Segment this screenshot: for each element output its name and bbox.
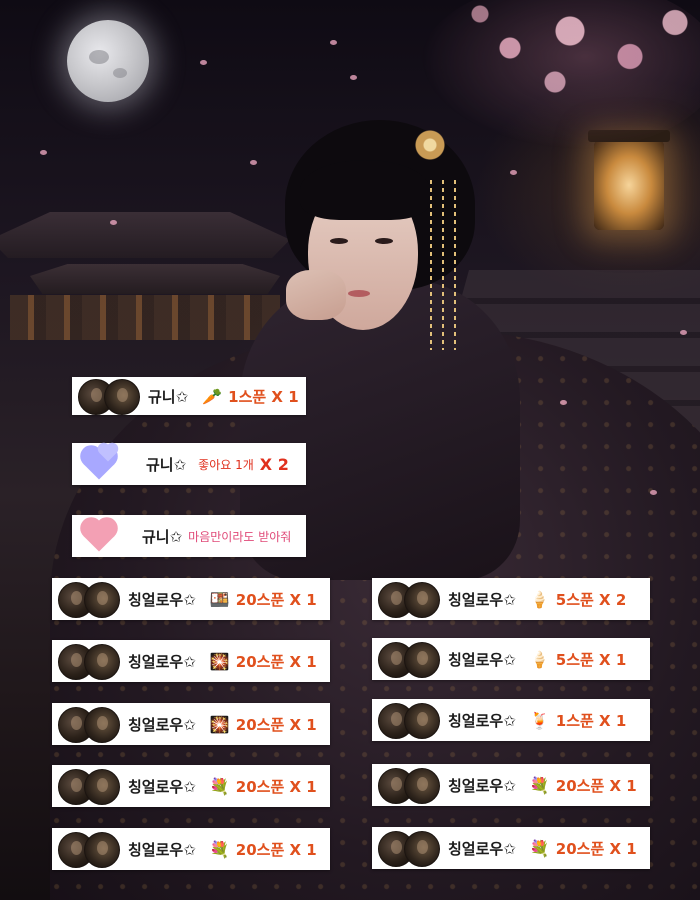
bouquet-icon: 💐	[529, 775, 550, 795]
juice-icon: 🍹	[529, 710, 550, 730]
user-avatar-pair	[378, 642, 440, 678]
user-avatar-pair	[58, 832, 120, 868]
sender-name: 칭얼로우✩	[128, 590, 196, 609]
avatar	[84, 582, 120, 618]
gift-notification-card: 칭얼로우✩ 💐 20스푼 X 1	[372, 827, 650, 869]
like-multiplier: X 2	[259, 454, 289, 474]
bouquet-icon: 💐	[209, 839, 230, 859]
sender-name: 칭얼로우✩	[448, 711, 516, 730]
gift-notification-card: 칭얼로우✩ 🍦 5스푼 X 1	[372, 638, 650, 680]
gift-notification-card: 칭얼로우✩ 🎇 20스푼 X 1	[52, 640, 330, 682]
gift-notification-card: 규니✩ 🥕 1스푼 X 1	[72, 377, 306, 415]
user-avatar-pair	[58, 582, 120, 618]
gift-notification-card: 칭얼로우✩ 💐 20스푼 X 1	[52, 828, 330, 870]
sender-name: 칭얼로우✩	[448, 839, 516, 858]
carrot-icon: 🥕	[202, 386, 223, 406]
sender-name: 칭얼로우✩	[448, 650, 516, 669]
sender-name: 칭얼로우✩	[128, 652, 196, 671]
firework-icon: 🎇	[209, 651, 230, 671]
gift-amount: 20스푼 X 1	[235, 840, 317, 859]
user-avatar-pair	[378, 582, 440, 618]
gift-notification-card: 칭얼로우✩ 🎇 20스푼 X 1	[52, 703, 330, 745]
user-avatar-pair	[58, 707, 120, 743]
firework-icon: 🎇	[209, 714, 230, 734]
ice-cream-icon: 🍦	[529, 589, 550, 609]
gift-amount: 5스푼 X 1	[555, 650, 627, 669]
ice-cream-icon: 🍦	[529, 649, 550, 669]
pink-heart-icon	[80, 519, 120, 553]
gift-amount: 20스푼 X 1	[235, 715, 317, 734]
gift-amount: 20스푼 X 1	[555, 839, 637, 858]
avatar	[84, 644, 120, 680]
like-notification-card: 규니✩ 좋아요 1개 X 2	[72, 443, 306, 485]
sender-name: 칭얼로우✩	[448, 590, 516, 609]
avatar	[404, 582, 440, 618]
moon-image	[67, 20, 149, 102]
gift-amount: 20스푼 X 1	[235, 777, 317, 796]
like-count-text: 좋아요 1개	[198, 457, 254, 472]
sender-name: 칭얼로우✩	[128, 840, 196, 859]
gift-amount: 20스푼 X 1	[555, 776, 637, 795]
gift-amount: 20스푼 X 1	[235, 590, 317, 609]
avatar	[404, 831, 440, 867]
avatar	[84, 769, 120, 805]
avatar	[404, 642, 440, 678]
gift-amount: 1스푼 X 1	[555, 711, 627, 730]
message-text: 마음만이라도 받아줘	[188, 529, 292, 544]
avatar	[84, 832, 120, 868]
gift-amount: 1스푼 X 1	[228, 387, 299, 406]
bouquet-icon: 💐	[529, 838, 550, 858]
sender-name: 규니✩	[146, 455, 187, 474]
avatar	[84, 707, 120, 743]
message-notification-card: 규니✩ 마음만이라도 받아줘	[72, 515, 306, 557]
avatar	[404, 703, 440, 739]
user-avatar-pair	[58, 769, 120, 805]
user-avatar-pair	[378, 768, 440, 804]
avatar	[404, 768, 440, 804]
user-avatar-pair	[58, 644, 120, 680]
lunchbox-icon: 🍱	[209, 589, 230, 609]
gift-notification-card: 칭얼로우✩ 💐 20스푼 X 1	[52, 765, 330, 807]
sender-name: 규니✩	[142, 527, 183, 546]
gift-notification-card: 칭얼로우✩ 🍱 20스푼 X 1	[52, 578, 330, 620]
gift-notification-card: 칭얼로우✩ 💐 20스푼 X 1	[372, 764, 650, 806]
gift-amount: 5스푼 X 2	[555, 590, 627, 609]
user-avatar-pair	[378, 703, 440, 739]
gift-notification-card: 칭얼로우✩ 🍦 5스푼 X 2	[372, 578, 650, 620]
sender-name: 칭얼로우✩	[128, 777, 196, 796]
user-avatar-pair	[78, 379, 140, 415]
user-avatar-pair	[378, 831, 440, 867]
gift-amount: 20스푼 X 1	[235, 652, 317, 671]
gift-notification-card: 칭얼로우✩ 🍹 1스푼 X 1	[372, 699, 650, 741]
purple-hearts-icon	[80, 444, 120, 481]
avatar	[104, 379, 140, 415]
sender-name: 규니✩	[148, 387, 189, 406]
sender-name: 칭얼로우✩	[128, 715, 196, 734]
bouquet-icon: 💐	[209, 776, 230, 796]
sender-name: 칭얼로우✩	[448, 776, 516, 795]
